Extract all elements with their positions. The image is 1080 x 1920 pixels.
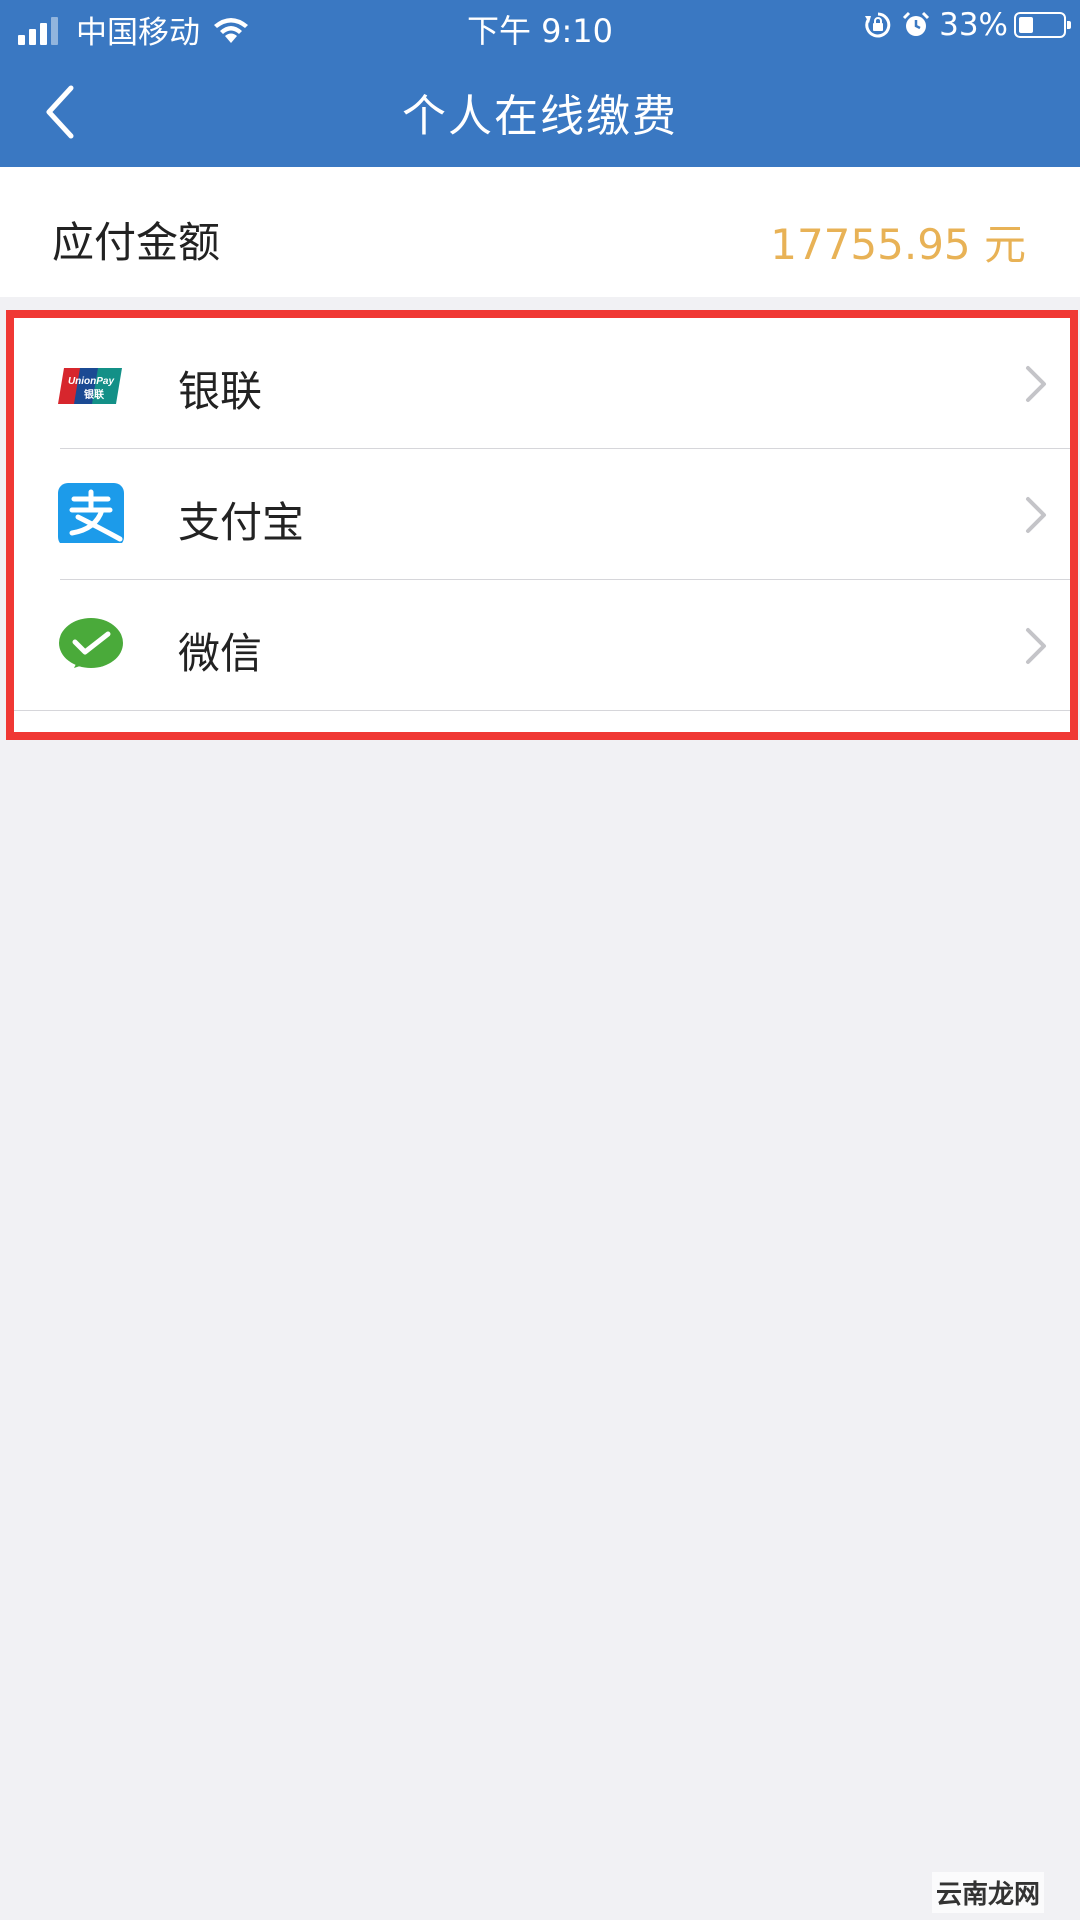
watermark: 云南龙网 [931,1872,1044,1913]
status-right: 33% [863,7,1071,43]
amount-value: 17755.95 元 [770,220,1026,269]
status-bar: 中国移动 下午 9:10 33% [0,0,1080,54]
payment-method-label: 银联 [178,367,263,416]
chevron-right-icon [1026,628,1046,664]
amount-label: 应付金额 [52,218,221,267]
payment-methods-list: UnionPay 银联 银联 支付宝 微信 [6,310,1078,740]
alarm-icon [903,11,930,36]
battery-icon [1014,12,1071,38]
wechat-pay-icon [59,618,123,668]
divider [14,710,1070,711]
alipay-icon [58,483,124,543]
svg-text:UnionPay: UnionPay [68,376,115,387]
battery-level [1019,17,1033,33]
svg-text:银联: 银联 [84,388,104,401]
payment-method-label: 微信 [178,629,263,678]
payment-method-label: 支付宝 [178,498,305,547]
payment-method-wechat[interactable]: 微信 [14,580,1070,710]
payment-method-unionpay[interactable]: UnionPay 银联 银联 [14,318,1070,448]
unionpay-icon: UnionPay 银联 [58,368,122,404]
orientation-lock-icon [865,12,891,38]
chevron-right-icon [1026,497,1046,533]
chevron-right-icon [1026,366,1046,402]
battery-percent: 33% [939,7,1008,43]
amount-row: 应付金额 17755.95 元 [0,167,1080,297]
payment-method-alipay[interactable]: 支付宝 [14,449,1070,579]
top-bar: 中国移动 下午 9:10 33% 个人在线缴费 [0,0,1080,167]
page-title: 个人在线缴费 [402,91,678,142]
